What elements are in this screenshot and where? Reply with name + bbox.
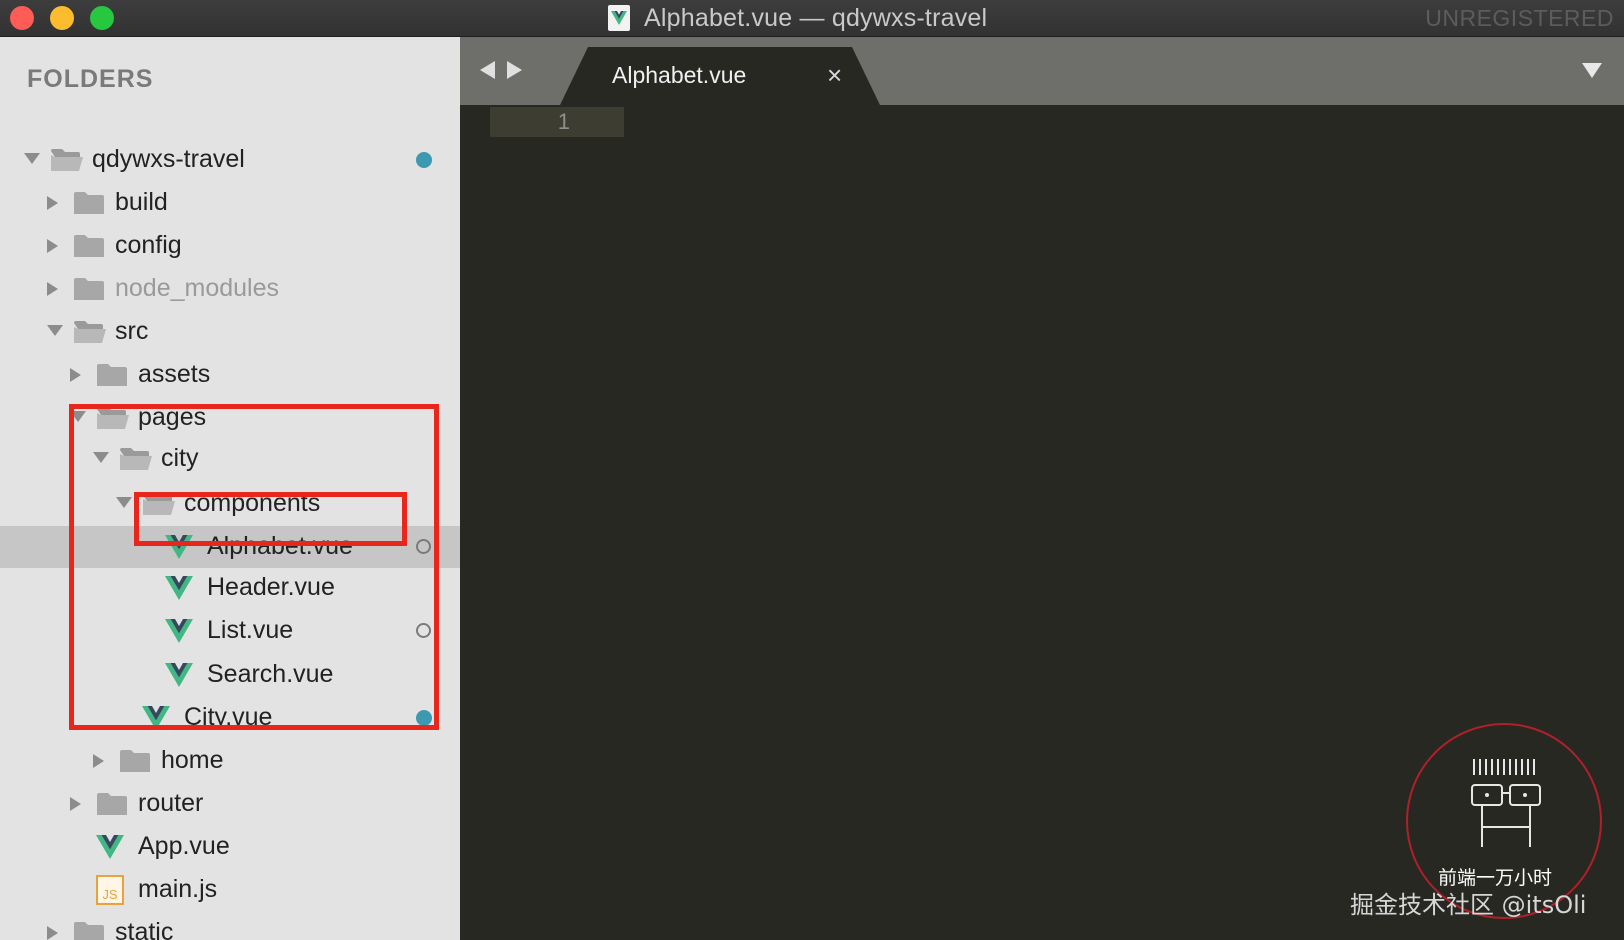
tree-item-label: router <box>138 789 204 817</box>
alphabet-highlight-box <box>134 492 407 546</box>
folder-icon <box>96 362 128 393</box>
tree-item-label: App.vue <box>138 832 230 860</box>
tree-item-src[interactable]: src <box>0 311 460 353</box>
tab-navigation <box>480 61 522 79</box>
next-tab-icon[interactable] <box>507 61 522 79</box>
tree-item-label: static <box>115 918 174 940</box>
vue-file-icon <box>96 835 124 864</box>
license-status: UNREGISTERED <box>1425 5 1614 31</box>
disclosure-expanded-icon[interactable] <box>47 325 63 341</box>
line-number: 1 <box>557 109 570 134</box>
tab-alphabet-vue[interactable]: Alphabet.vue × <box>560 47 900 105</box>
tab-bar: Alphabet.vue × <box>460 37 1624 105</box>
tree-item-label: config <box>115 231 182 259</box>
window-title: Alphabet.vue — qdywxs-travel <box>644 3 988 32</box>
tree-item-label: qdywxs-travel <box>92 145 245 173</box>
title-bar: Alphabet.vue — qdywxs-travel UNREGISTERE… <box>0 0 1624 37</box>
sidebar-header: FOLDERS <box>27 65 154 93</box>
folder-icon <box>73 190 105 221</box>
tree-item-label: src <box>115 317 149 345</box>
disclosure-collapsed-icon[interactable] <box>93 754 109 770</box>
open-folder-icon <box>73 319 107 350</box>
tab-label: Alphabet.vue <box>612 62 747 88</box>
folder-icon <box>73 920 105 940</box>
git-modified-badge <box>416 152 432 168</box>
tree-item-label: build <box>115 188 168 216</box>
tree-item-main-js[interactable]: JS main.js <box>0 869 460 911</box>
disclosure-collapsed-icon[interactable] <box>47 196 63 212</box>
js-file-icon: JS <box>96 875 124 910</box>
tree-item-label: node_modules <box>115 274 280 302</box>
minimize-window-button[interactable] <box>50 6 74 30</box>
close-window-button[interactable] <box>10 6 34 30</box>
previous-tab-icon[interactable] <box>480 61 495 79</box>
tree-item-label: main.js <box>138 875 218 903</box>
vue-file-icon <box>608 5 630 31</box>
tree-item-assets[interactable]: assets <box>0 354 460 396</box>
disclosure-expanded-icon[interactable] <box>24 153 40 169</box>
disclosure-collapsed-icon[interactable] <box>47 926 63 940</box>
svg-text:JS: JS <box>102 887 118 902</box>
tree-item-static[interactable]: static <box>0 912 460 940</box>
tree-item-node-modules[interactable]: node_modules <box>0 268 460 310</box>
tree-item-label: home <box>161 746 224 774</box>
close-tab-icon[interactable]: × <box>827 60 842 91</box>
tree-item-app-vue[interactable]: App.vue <box>0 826 460 868</box>
disclosure-collapsed-icon[interactable] <box>70 797 86 813</box>
disclosure-collapsed-icon[interactable] <box>47 239 63 255</box>
tab-list-dropdown-icon[interactable] <box>1582 63 1602 78</box>
folder-icon <box>119 748 151 779</box>
disclosure-collapsed-icon[interactable] <box>47 282 63 298</box>
folder-icon <box>73 233 105 264</box>
tree-item-home[interactable]: home <box>0 740 460 782</box>
folder-icon <box>96 791 128 822</box>
watermark-site-text: 掘金技术社区 @itsOli <box>1350 891 1587 919</box>
components-highlight-box <box>69 404 439 730</box>
disclosure-collapsed-icon[interactable] <box>70 368 86 384</box>
tree-item-config[interactable]: config <box>0 225 460 267</box>
tree-item-qdywxs-travel[interactable]: qdywxs-travel <box>0 139 460 181</box>
tree-item-label: assets <box>138 360 211 388</box>
tree-item-router[interactable]: router <box>0 783 460 825</box>
zoom-window-button[interactable] <box>90 6 114 30</box>
open-folder-icon <box>50 147 84 178</box>
folder-icon <box>73 276 105 307</box>
window-title-group: Alphabet.vue — qdywxs-travel <box>608 2 987 34</box>
tree-item-build[interactable]: build <box>0 182 460 224</box>
